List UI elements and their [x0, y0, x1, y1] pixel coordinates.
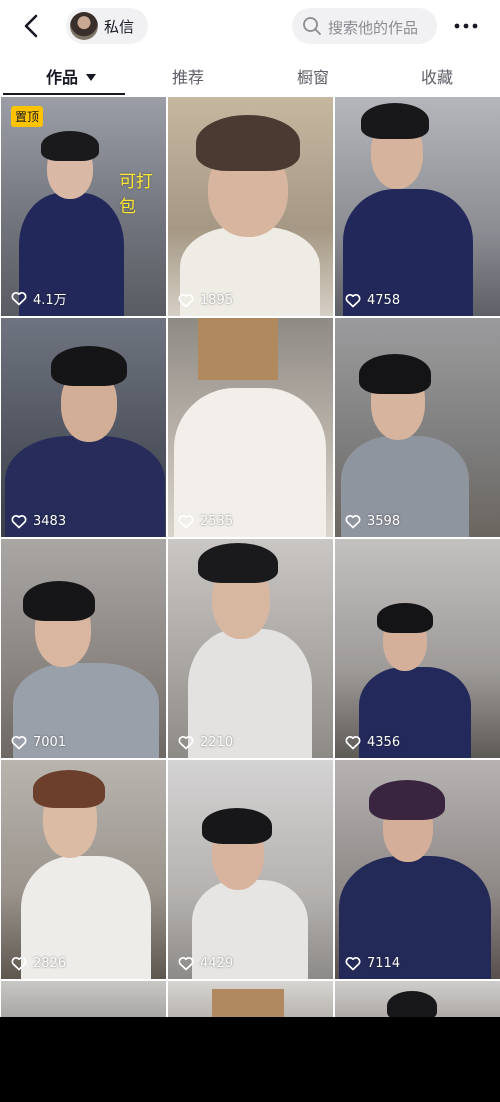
heart-icon: [345, 736, 361, 750]
dropdown-caret-icon: [86, 74, 97, 81]
video-tile[interactable]: 4429: [168, 760, 333, 979]
like-count-value: 2826: [33, 956, 67, 971]
video-tile[interactable]: [1, 981, 166, 1017]
video-tile[interactable]: 1895: [168, 97, 333, 316]
like-count: 2210: [178, 735, 233, 750]
like-count: 4.1万: [11, 289, 67, 308]
video-tile[interactable]: 3598: [335, 318, 500, 537]
heart-icon: [11, 736, 27, 750]
like-count-value: 4356: [367, 735, 401, 750]
search-works-bar[interactable]: 搜索他的作品: [292, 8, 437, 44]
avatar: [70, 12, 98, 40]
back-arrow-icon[interactable]: [18, 12, 46, 40]
search-icon: [303, 17, 321, 35]
video-tile[interactable]: 4356: [335, 539, 500, 758]
like-count-value: 4.1万: [33, 293, 67, 308]
like-count: 2826: [11, 956, 66, 971]
like-count: 7114: [345, 956, 400, 971]
heart-icon: [178, 957, 194, 971]
tab-recommended-label: 推荐: [172, 68, 205, 87]
direct-message-button[interactable]: 私信: [66, 8, 148, 44]
video-tile[interactable]: 2535: [168, 318, 333, 537]
like-count-value: 3598: [367, 514, 401, 529]
like-count-value: 4758: [367, 293, 401, 308]
heart-icon: [178, 294, 194, 308]
tab-works[interactable]: 作品: [46, 64, 97, 88]
heart-icon: [11, 957, 27, 971]
tab-favorites-label: 收藏: [421, 68, 454, 87]
active-tab-indicator: [3, 93, 125, 95]
video-tile[interactable]: 4758: [335, 97, 500, 316]
search-placeholder: 搜索他的作品: [328, 19, 419, 37]
heart-icon: [345, 294, 361, 308]
like-count: 2535: [178, 514, 233, 529]
like-count: 7001: [11, 735, 66, 750]
video-tile[interactable]: 2210: [168, 539, 333, 758]
video-tile[interactable]: [335, 981, 500, 1017]
profile-tabs: 作品 推荐 橱窗 收藏: [0, 56, 500, 96]
video-tile[interactable]: 2826: [1, 760, 166, 979]
like-count-value: 7114: [367, 956, 401, 971]
more-options-icon[interactable]: [452, 14, 480, 38]
heart-icon: [178, 736, 194, 750]
like-count-value: 4429: [200, 956, 234, 971]
like-count-value: 1895: [200, 293, 234, 308]
like-count-value: 2210: [200, 735, 234, 750]
tab-favorites[interactable]: 收藏: [421, 64, 453, 88]
like-count: 3483: [11, 514, 66, 529]
like-count-value: 2535: [200, 514, 234, 529]
video-tile[interactable]: 7114: [335, 760, 500, 979]
overlay-caption: 可打包: [119, 172, 153, 217]
heart-icon: [11, 515, 27, 529]
tab-recommended[interactable]: 推荐: [172, 64, 204, 88]
like-count: 4356: [345, 735, 400, 750]
video-tile[interactable]: 7001: [1, 539, 166, 758]
heart-icon: [178, 515, 194, 529]
heart-icon: [345, 515, 361, 529]
like-count: 4429: [178, 956, 233, 971]
like-count-value: 3483: [33, 514, 67, 529]
like-count: 1895: [178, 293, 233, 308]
tab-showcase[interactable]: 橱窗: [297, 64, 329, 88]
heart-icon: [11, 292, 27, 306]
direct-message-label: 私信: [104, 18, 135, 36]
pinned-badge: 置顶: [11, 106, 44, 127]
paper-bag-mask: [212, 989, 284, 1017]
paper-bag-mask: [198, 318, 278, 380]
heart-icon: [345, 957, 361, 971]
like-count-value: 7001: [33, 735, 67, 750]
video-tile[interactable]: 3483: [1, 318, 166, 537]
top-bar: 私信 搜索他的作品: [0, 0, 500, 52]
video-grid: 置顶 可打包 4.1万 1895 4758 3483 2535 3598 700…: [0, 97, 500, 1017]
bottom-black-bar: [0, 1017, 500, 1102]
tab-works-label: 作品: [46, 68, 79, 87]
video-tile[interactable]: 置顶 可打包 4.1万: [1, 97, 166, 316]
tab-showcase-label: 橱窗: [297, 68, 330, 87]
like-count: 4758: [345, 293, 400, 308]
video-tile[interactable]: [168, 981, 333, 1017]
like-count: 3598: [345, 514, 400, 529]
